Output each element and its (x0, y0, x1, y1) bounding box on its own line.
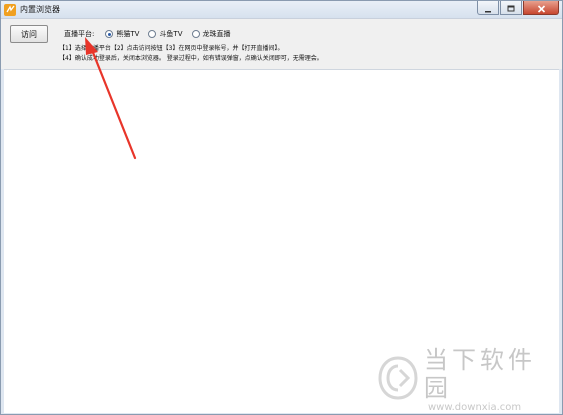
instruction-line: 【4】确认成功登录后，关闭本浏览器。 登录过程中，如有错误弹窗，点确认关闭即可，… (59, 55, 323, 62)
visit-button[interactable]: 访问 (10, 25, 48, 43)
radio-label: 熊猫TV (116, 30, 140, 38)
window-title: 内置浏览器 (20, 5, 60, 14)
minimize-icon (484, 1, 492, 17)
watermark-url: www.downxia.com (428, 402, 522, 413)
close-button[interactable] (523, 1, 559, 15)
radio-selected-icon (105, 30, 114, 38)
watermark-logo-icon (378, 356, 418, 404)
radio-unselected-icon (148, 30, 157, 38)
app-icon (4, 3, 16, 16)
platform-label: 直播平台: (64, 30, 95, 38)
radio-douyu-tv[interactable]: 斗鱼TV (148, 29, 183, 39)
radio-panda-tv[interactable]: 熊猫TV (105, 29, 139, 39)
watermark-brand: 当下软件园 (424, 346, 536, 402)
radio-label: 龙珠直播 (202, 30, 231, 38)
close-icon (537, 1, 546, 17)
radio-unselected-icon (191, 30, 200, 38)
minimize-button[interactable] (477, 1, 499, 15)
radio-longzhu-live[interactable]: 龙珠直播 (191, 29, 231, 39)
instructions: 【1】选择直播平台【2】点击访问按钮【3】在网页中登录帐号，并【打开直播间】。 … (59, 44, 323, 64)
watermark: 当下软件园 www.downxia.com (378, 346, 563, 414)
instruction-line: 【1】选择直播平台【2】点击访问按钮【3】在网页中登录帐号，并【打开直播间】。 (59, 45, 284, 52)
title-bar[interactable]: 内置浏览器 (1, 1, 562, 18)
radio-label: 斗鱼TV (159, 30, 183, 38)
window-controls (477, 1, 559, 15)
platform-selector: 直播平台: 熊猫TV 斗鱼TV 龙珠直播 (64, 29, 240, 39)
toolbar: 访问 直播平台: 熊猫TV 斗鱼TV 龙珠直播 【1】选择直播平台【2】点击访问… (1, 18, 562, 69)
maximize-icon (507, 1, 515, 17)
maximize-button[interactable] (500, 1, 522, 15)
